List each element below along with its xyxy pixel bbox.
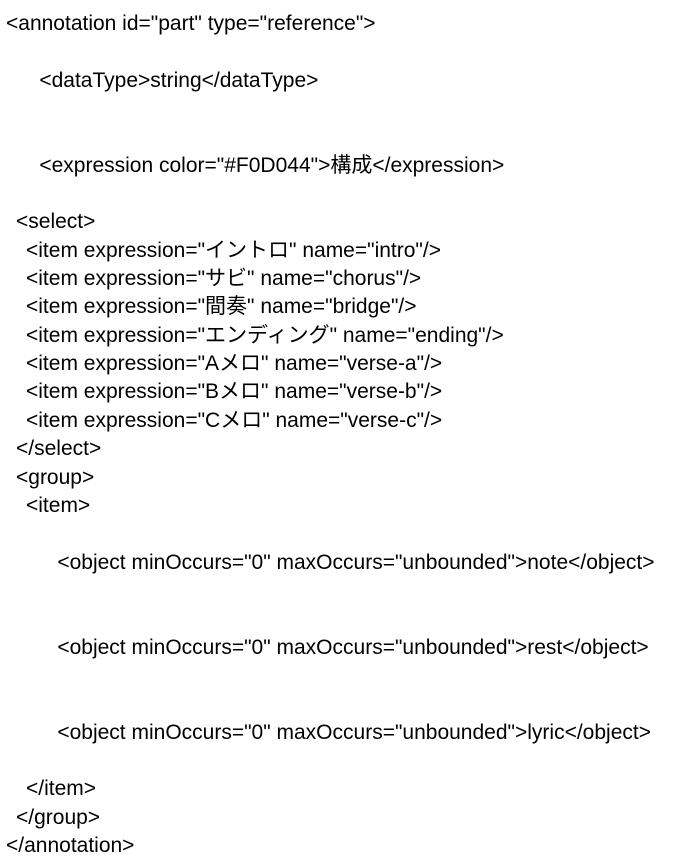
select-item: <item expression="Aメロ" name="verse-a"/> bbox=[6, 350, 693, 378]
select-item: <item expression="間奏" name="bridge"/> bbox=[6, 293, 693, 321]
select-item: <item expression="サビ" name="chorus"/> bbox=[6, 265, 693, 293]
expression-line: <expression color="#F0D044">構成</expressi… bbox=[6, 123, 693, 208]
select-item: <item expression="エンディング" name="ending"/… bbox=[6, 322, 693, 350]
select-close: </select> bbox=[6, 435, 693, 463]
object-close: </object> bbox=[568, 551, 654, 574]
select-item: <item expression="Cメロ" name="verse-c"/> bbox=[6, 407, 693, 435]
datatype-text: string bbox=[150, 69, 201, 92]
object-line: <object minOccurs="0" maxOccurs="unbound… bbox=[6, 605, 693, 690]
object-text: lyric bbox=[527, 721, 564, 744]
group-close: </group> bbox=[6, 804, 693, 832]
object-close: </object> bbox=[565, 721, 651, 744]
object-line: <object minOccurs="0" maxOccurs="unbound… bbox=[6, 690, 693, 775]
group-item-open: <item> bbox=[6, 492, 693, 520]
object-close: </object> bbox=[562, 636, 648, 659]
select-open: <select> bbox=[6, 208, 693, 236]
object-text: rest bbox=[527, 636, 562, 659]
select-item: <item expression="イントロ" name="intro"/> bbox=[6, 237, 693, 265]
object-text: note bbox=[527, 551, 568, 574]
object-line: <object minOccurs="0" maxOccurs="unbound… bbox=[6, 520, 693, 605]
annotation-close: </annotation> bbox=[6, 832, 693, 860]
datatype-close: </dataType> bbox=[202, 69, 319, 92]
object-open: <object minOccurs="0" maxOccurs="unbound… bbox=[57, 636, 527, 659]
datatype-open: <dataType> bbox=[39, 69, 150, 92]
object-open: <object minOccurs="0" maxOccurs="unbound… bbox=[57, 551, 527, 574]
xml-listing: <annotation id="part" type="reference"> … bbox=[0, 0, 699, 866]
expression-close: </expression> bbox=[372, 154, 504, 177]
datatype-line: <dataType>string</dataType> bbox=[6, 38, 693, 123]
expression-open: <expression color="#F0D044"> bbox=[39, 154, 330, 177]
group-item-close: </item> bbox=[6, 775, 693, 803]
annotation-open: <annotation id="part" type="reference"> bbox=[6, 10, 693, 38]
group-open: <group> bbox=[6, 464, 693, 492]
object-open: <object minOccurs="0" maxOccurs="unbound… bbox=[57, 721, 527, 744]
expression-text: 構成 bbox=[330, 154, 372, 177]
select-item: <item expression="Bメロ" name="verse-b"/> bbox=[6, 378, 693, 406]
